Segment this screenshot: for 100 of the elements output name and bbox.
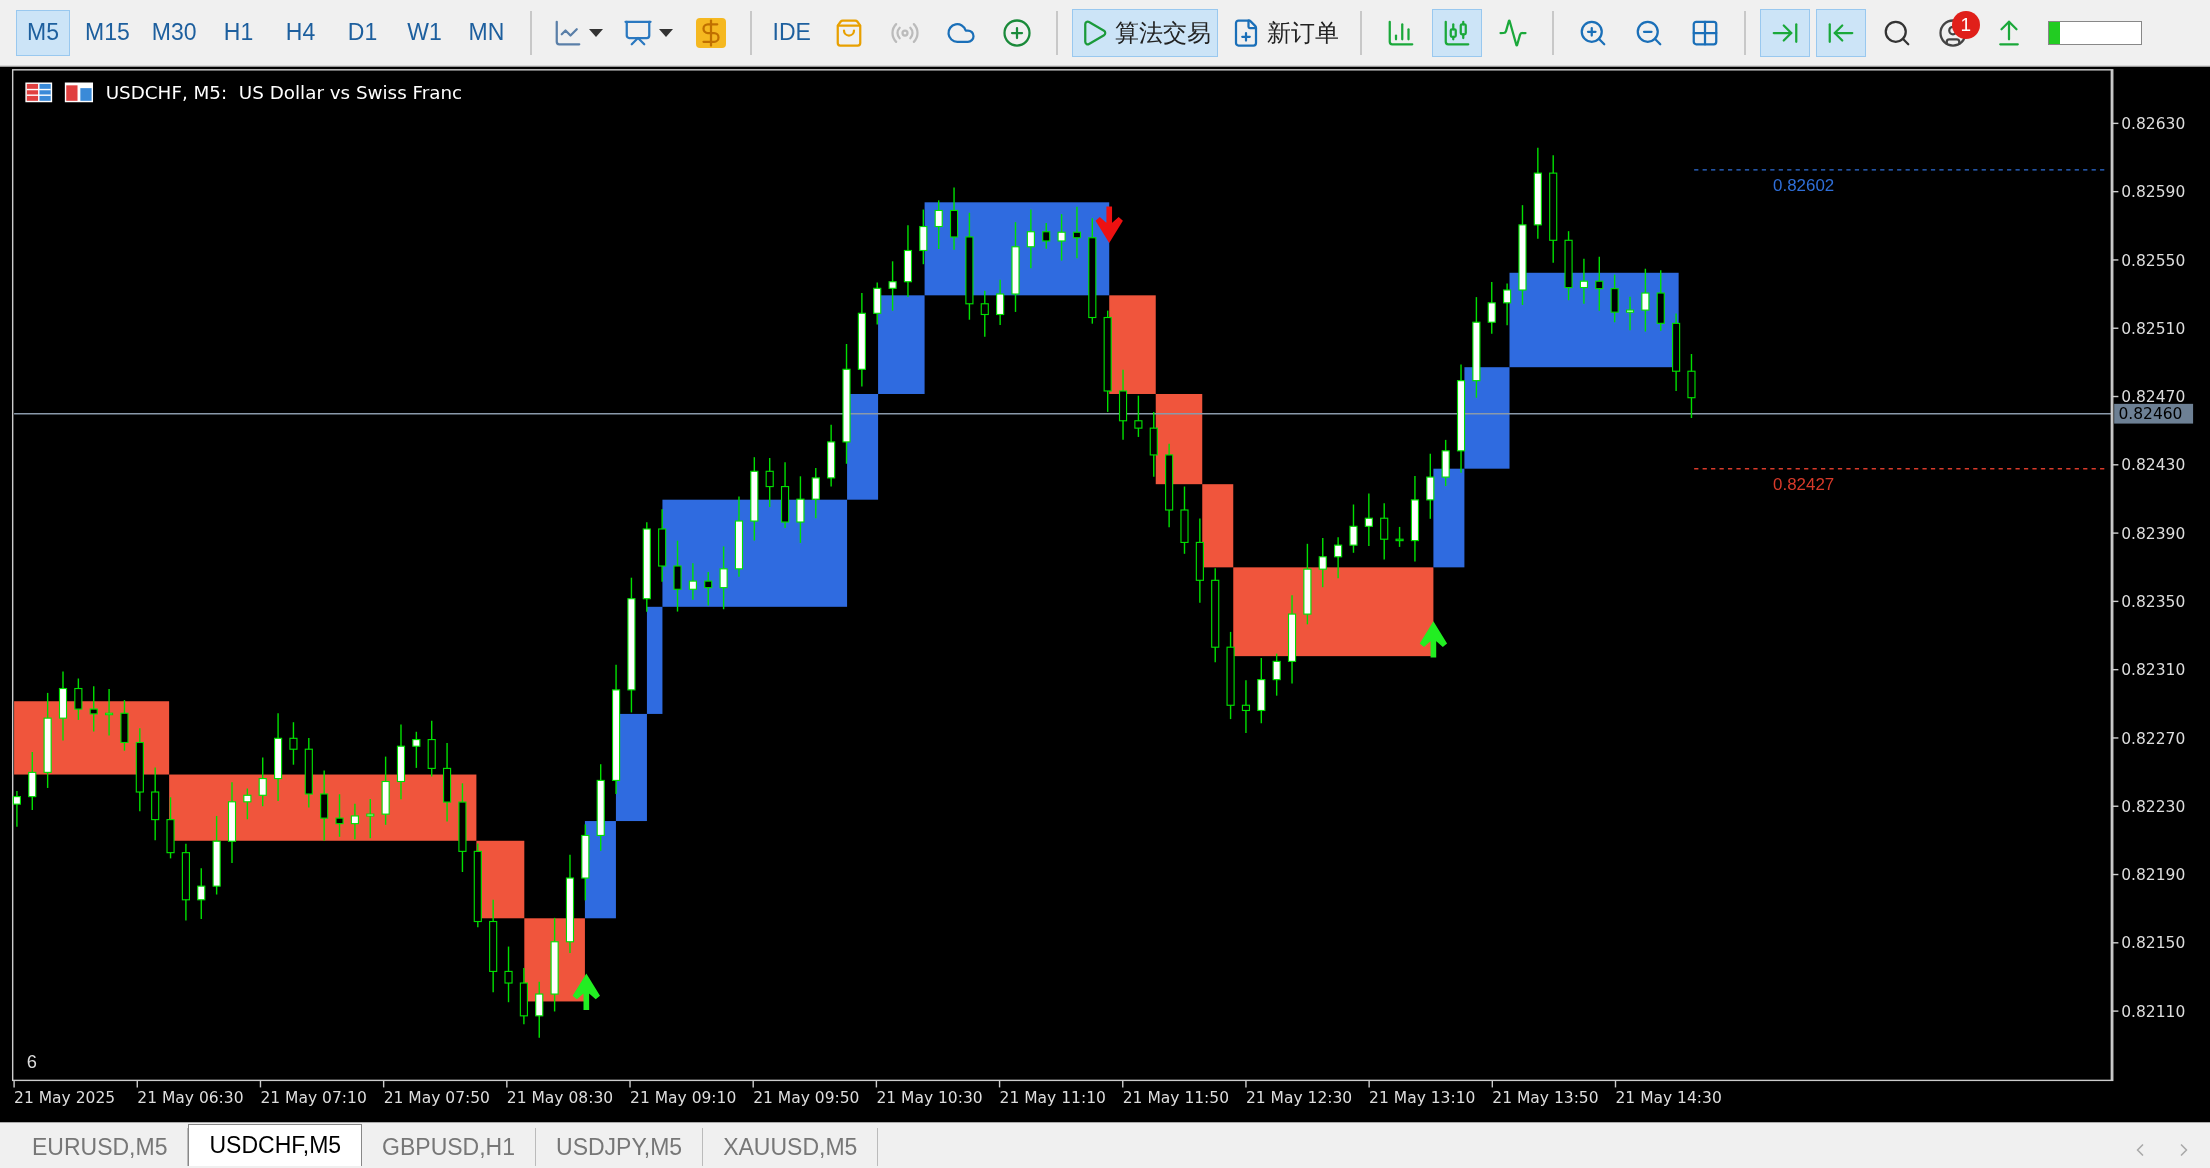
candle [1687, 353, 1696, 419]
time-axis-label: 21 May 2025 [14, 1089, 116, 1108]
dollar-icon [695, 17, 726, 48]
candle [1334, 536, 1343, 580]
candle [1180, 486, 1189, 555]
candle [1656, 269, 1665, 332]
price-axis-label: 0.82230 [2121, 798, 2186, 817]
candle [381, 756, 390, 826]
time-axis-label: 21 May 10:30 [876, 1089, 983, 1108]
candle [1395, 526, 1404, 548]
candle [1149, 411, 1158, 478]
candle [765, 457, 774, 509]
candle [350, 803, 359, 841]
price-axis-label: 0.82470 [2121, 388, 2186, 407]
price-axis-label: 0.82110 [2121, 1003, 2186, 1021]
time-axis-label: 21 May 09:50 [753, 1089, 860, 1108]
timeframe-button[interactable]: M5 [16, 9, 70, 56]
timeframe-button[interactable]: W1 [397, 9, 452, 56]
time-axis-label: 21 May 13:10 [1369, 1089, 1476, 1108]
price-axis-label: 0.82550 [2121, 251, 2186, 270]
candle [827, 424, 836, 488]
timeframe-button[interactable]: M15 [78, 9, 137, 56]
ide-button[interactable]: IDE [765, 8, 818, 57]
candle [919, 209, 928, 266]
candle [1579, 258, 1588, 305]
candle [704, 571, 713, 607]
candle [1364, 492, 1373, 547]
candle [535, 981, 544, 1039]
chart-tab[interactable]: XAUUSD,M5 [703, 1128, 879, 1166]
price-axis-label: 0.82630 [2121, 115, 2186, 134]
candle [1057, 213, 1066, 262]
price-axis-label: 0.82590 [2121, 183, 2186, 202]
candle [105, 688, 114, 737]
chart-tab[interactable]: USDCHF,M5 [188, 1124, 363, 1166]
candle [258, 757, 267, 808]
current-price-tag: 0.82460 [2114, 404, 2194, 424]
subwindow-label: 6 [26, 1050, 37, 1072]
window-menu-icon [25, 82, 53, 103]
price-level-label: 0.82602 [1773, 176, 1835, 196]
time-axis-label: 21 May 14:30 [1615, 1089, 1722, 1108]
chart-scroll-button[interactable] [1759, 8, 1810, 57]
candle [1042, 222, 1051, 250]
candle [166, 796, 175, 860]
price-level-label: 0.82427 [1773, 475, 1835, 495]
candle [1564, 230, 1573, 302]
candle [934, 199, 943, 251]
candle [1610, 274, 1619, 324]
chart-type-icon [64, 82, 93, 103]
timeframe-button[interactable]: MN [459, 9, 514, 56]
circle-plus-icon [1001, 17, 1032, 48]
candle [980, 290, 989, 338]
time-axis-label: 21 May 11:10 [999, 1089, 1106, 1108]
candle [335, 793, 344, 838]
candle [197, 867, 206, 921]
chart-type-button[interactable] [1431, 8, 1482, 57]
candle [28, 751, 37, 811]
chart-scroll-button[interactable] [1815, 8, 1866, 57]
candle [427, 720, 436, 778]
candle [1426, 453, 1435, 520]
candle [1241, 679, 1251, 734]
time-axis-label: 21 May 09:10 [630, 1089, 737, 1108]
price-axis-label: 0.82310 [2121, 661, 2186, 680]
time-axis-label: 21 May 12:30 [1245, 1089, 1353, 1108]
chart-type-icon [1497, 17, 1528, 48]
timeframe-button[interactable]: D1 [335, 9, 390, 56]
candle [719, 546, 728, 611]
candle [888, 260, 897, 312]
candle [89, 685, 98, 733]
candle [1441, 439, 1450, 487]
candle [304, 737, 313, 809]
algo-trading-button[interactable]: 算法交易 [1071, 8, 1218, 57]
price-axis-label: 0.82270 [2121, 729, 2186, 748]
candle [1641, 268, 1650, 333]
candle [1625, 296, 1635, 332]
chart-tab[interactable]: USDJPY,M5 [536, 1128, 704, 1166]
candle [74, 678, 83, 721]
candle [1134, 395, 1143, 438]
price-axis-label: 0.82510 [2121, 320, 2186, 339]
candle [796, 475, 805, 544]
price-axis-label: 0.82390 [2121, 525, 2186, 543]
candle [1072, 206, 1082, 260]
time-axis-label: 21 May 11:50 [1122, 1089, 1230, 1108]
time-axis-label: 21 May 13:50 [1492, 1089, 1599, 1108]
candle [811, 467, 820, 520]
timeframe-button[interactable]: H1 [211, 9, 266, 56]
timeframe-button[interactable]: M30 [144, 9, 204, 56]
time-axis-label: 21 May 08:30 [506, 1089, 614, 1108]
candle [949, 187, 959, 251]
chart-tab[interactable]: GBPUSD,H1 [362, 1128, 537, 1166]
candle [120, 699, 129, 752]
candle [504, 946, 513, 1004]
candle [1503, 283, 1512, 327]
candle [243, 788, 252, 821]
timeframe-button[interactable]: H4 [273, 9, 328, 56]
new-order-button[interactable]: 新订单 [1223, 8, 1346, 57]
notification-badge: 1 [1951, 10, 1980, 39]
candle [688, 562, 697, 601]
caret-icon [658, 28, 673, 37]
candle [366, 798, 375, 840]
candle [1318, 537, 1327, 589]
